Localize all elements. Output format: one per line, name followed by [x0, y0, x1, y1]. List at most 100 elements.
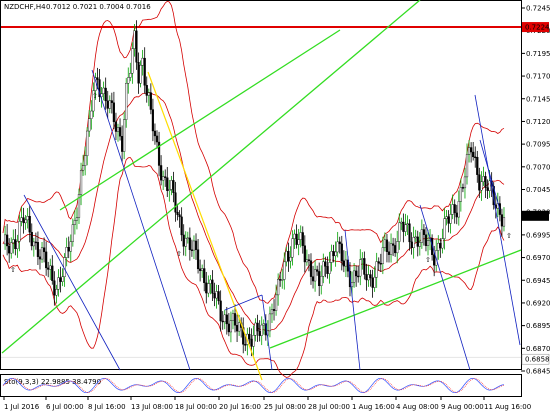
candle-body — [172, 180, 175, 193]
time-axis[interactable]: 1 Jul 2016 6 Jul 00:00 8 Jul 16:00 13 Jul 0… — [3, 396, 531, 411]
time-tick-label: 6 Jul 00:00 — [46, 403, 84, 411]
candle-body — [404, 224, 407, 232]
time-tick-label: 13 Jul 08:00 — [131, 403, 173, 411]
candle-body — [400, 221, 403, 224]
candle-body — [457, 201, 460, 218]
candle-body — [381, 247, 384, 264]
candle-body — [18, 221, 21, 242]
candle-body — [451, 204, 454, 215]
candle-body — [238, 322, 241, 332]
candle-body — [164, 176, 167, 178]
candle-body — [201, 268, 204, 271]
candle-body — [480, 181, 483, 191]
candle-body — [51, 265, 54, 281]
candle-body — [482, 176, 485, 183]
fractal-up-arrow: ⇧ — [425, 256, 431, 264]
price-axis[interactable]: 0.72450.72200.71950.71700.71450.71200.70… — [521, 5, 550, 376]
candle-body — [244, 344, 247, 346]
candle-body — [176, 211, 179, 215]
candle-body — [145, 84, 148, 96]
candle-body — [133, 30, 136, 49]
candle-body — [184, 238, 187, 247]
candle-body — [500, 214, 504, 227]
candle-body — [433, 254, 436, 266]
candle-body — [203, 268, 206, 284]
chart-window[interactable]: ⇧ ⇧ ⇧ ⇧ ⇧ ⇧ NZDCHF,H4 0.7012 0.7021 0.7004 0.… — [0, 0, 550, 413]
time-tick-label: 9 Aug 00:00 — [441, 403, 484, 411]
candle-body — [299, 232, 302, 240]
candle-body — [332, 251, 335, 257]
candle-body — [305, 259, 308, 263]
candle-body — [3, 234, 7, 245]
candle-body — [174, 192, 177, 213]
candle-body — [252, 335, 255, 347]
candle-body — [57, 277, 60, 290]
candle-body — [26, 216, 29, 221]
candle-body — [455, 212, 458, 218]
candle-body — [426, 240, 430, 246]
candle-body — [129, 73, 132, 78]
candle-body — [437, 242, 440, 251]
candle-body — [488, 180, 491, 191]
candle-body — [418, 242, 421, 247]
candle-body — [207, 283, 210, 294]
price-tick-label: 0.6895 — [526, 322, 550, 330]
candle-body — [478, 174, 481, 191]
candle-body — [233, 313, 237, 326]
price-tick-label: 0.7045 — [526, 186, 550, 194]
candle-body — [472, 151, 475, 158]
candle-body — [270, 309, 274, 315]
candle-body — [40, 247, 44, 260]
candle-body — [178, 214, 181, 218]
candle-body — [88, 118, 91, 132]
candle-body — [65, 247, 68, 258]
candle-body — [67, 247, 70, 252]
candle-body — [79, 170, 83, 195]
candle-body — [484, 176, 487, 188]
candle-body — [104, 87, 107, 102]
price-tick-label: 0.6995 — [526, 231, 550, 239]
candle-body — [86, 130, 89, 157]
candle-body — [326, 266, 329, 274]
candle-body — [453, 204, 456, 214]
price-chart[interactable]: ⇧ ⇧ ⇧ ⇧ ⇧ ⇧ NZDCHF,H4 0.7012 0.7021 0.7004 0.… — [0, 0, 550, 413]
candle-body — [318, 271, 321, 287]
candle-body — [309, 260, 313, 277]
time-tick-label: 4 Aug 08:00 — [396, 403, 439, 411]
symbol-timeframe: NZDCHF,H4 — [4, 3, 46, 11]
candle-body — [34, 241, 37, 244]
candle-body — [439, 242, 442, 249]
candle-body — [416, 236, 419, 247]
candle-body — [168, 189, 171, 191]
candle-body — [153, 130, 157, 137]
candle-body — [406, 223, 409, 226]
time-tick-label: 1 Aug 16:00 — [352, 403, 395, 411]
candle-body — [182, 234, 185, 247]
candle-body — [394, 245, 397, 254]
candle-body — [283, 261, 286, 280]
candle-body — [20, 217, 23, 222]
candle-body — [10, 242, 13, 254]
candle-body — [71, 224, 74, 242]
time-tick-label: 20 Jul 16:00 — [219, 403, 261, 411]
candle-body — [291, 238, 294, 258]
candle-body — [139, 64, 142, 84]
candle-body — [45, 251, 48, 269]
price-tick-label: 0.6970 — [526, 254, 550, 262]
candle-body — [118, 127, 122, 137]
candle-body — [281, 279, 284, 281]
candle-body — [357, 275, 360, 278]
candle-body — [502, 217, 506, 227]
candle-body — [260, 324, 263, 336]
candle-body — [307, 259, 311, 261]
candle-body — [443, 218, 446, 239]
candle-body — [162, 176, 165, 181]
candle-body — [287, 250, 290, 262]
candle-body — [116, 127, 120, 132]
candle-body — [147, 92, 150, 96]
fractal-up-arrow: ⇧ — [92, 92, 98, 100]
candle-body — [14, 239, 17, 250]
candle-body — [324, 261, 327, 267]
candle-body — [289, 256, 292, 262]
candle-body — [223, 314, 226, 322]
